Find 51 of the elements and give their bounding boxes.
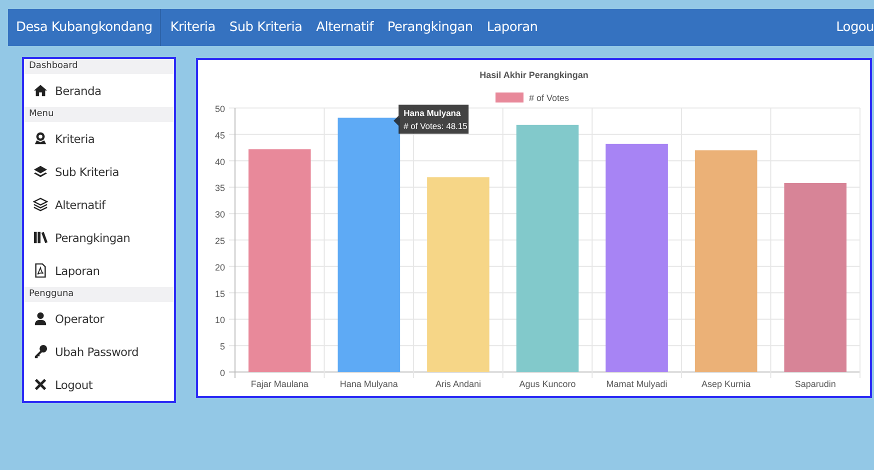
nav-link[interactable]: Laporan	[480, 9, 545, 46]
y-tick-label: 35	[214, 183, 225, 194]
section-heading: Pengguna	[24, 287, 174, 302]
y-tick-label: 5	[220, 342, 225, 352]
y-tick-label: 0	[220, 368, 225, 378]
sidebar-item[interactable]: Beranda	[24, 74, 174, 107]
nav-link[interactable]: Sub Kriteria	[222, 9, 310, 46]
x-tick-label: Fajar Maulana	[250, 379, 308, 389]
close-icon	[33, 377, 48, 392]
home-icon	[33, 83, 48, 98]
sidebar-item[interactable]: Alternatif	[24, 188, 174, 221]
tooltip-text: # of Votes: 48.15	[404, 120, 468, 131]
sidebar-item[interactable]: Perangkingan	[24, 221, 174, 254]
document-icon	[33, 263, 48, 278]
x-tick-label: Saparudin	[794, 379, 836, 389]
tooltip-title: Hana Mulyana	[404, 108, 461, 118]
y-tick-label: 10	[214, 315, 225, 326]
sidebar-item[interactable]: Kriteria	[24, 122, 174, 155]
key-icon	[33, 344, 48, 359]
y-tick-label: 25	[214, 236, 225, 246]
sidebar-item[interactable]: Sub Kriteria	[24, 155, 174, 188]
x-tick-label: Aris Andani	[435, 379, 481, 389]
legend-label: # of Votes	[529, 93, 570, 103]
x-tick-label: Mamat Mulyadi	[606, 379, 668, 389]
layer-icon	[33, 164, 48, 179]
nav-link[interactable]: Perangkingan	[380, 9, 480, 46]
legend-swatch	[496, 92, 524, 102]
nav-link[interactable]: Alternatif	[309, 9, 380, 46]
sidebar-item[interactable]: Logout	[24, 368, 174, 401]
badge-icon	[33, 131, 48, 146]
y-tick-label: 40	[214, 156, 225, 167]
brand-link[interactable]: Desa Kubangkondang	[8, 9, 162, 46]
chart-title: Hasil Akhir Perangkingan	[480, 70, 588, 80]
sidebar-item[interactable]: Operator	[24, 302, 174, 335]
sidebar-item[interactable]: Laporan	[24, 254, 174, 287]
nav-link[interactable]: Kriteria	[163, 9, 222, 46]
y-tick-label: 30	[214, 210, 225, 220]
logout-link[interactable]: Logou	[836, 9, 874, 46]
sidebar-item[interactable]: Ubah Password	[24, 335, 174, 368]
section-heading: Menu	[24, 107, 174, 122]
section-heading: Dashboard	[24, 59, 174, 74]
user-icon	[33, 311, 48, 326]
books-icon	[33, 230, 48, 245]
layers-icon	[33, 197, 48, 212]
x-tick-label: Hana Mulyana	[340, 379, 398, 389]
y-tick-label: 20	[214, 262, 225, 272]
y-tick-label: 50	[214, 104, 225, 114]
x-tick-label: Agus Kuncoro	[519, 379, 576, 389]
y-tick-label: 45	[214, 130, 225, 140]
y-tick-label: 15	[214, 288, 225, 299]
x-tick-label: Asep Kurnia	[702, 379, 751, 389]
